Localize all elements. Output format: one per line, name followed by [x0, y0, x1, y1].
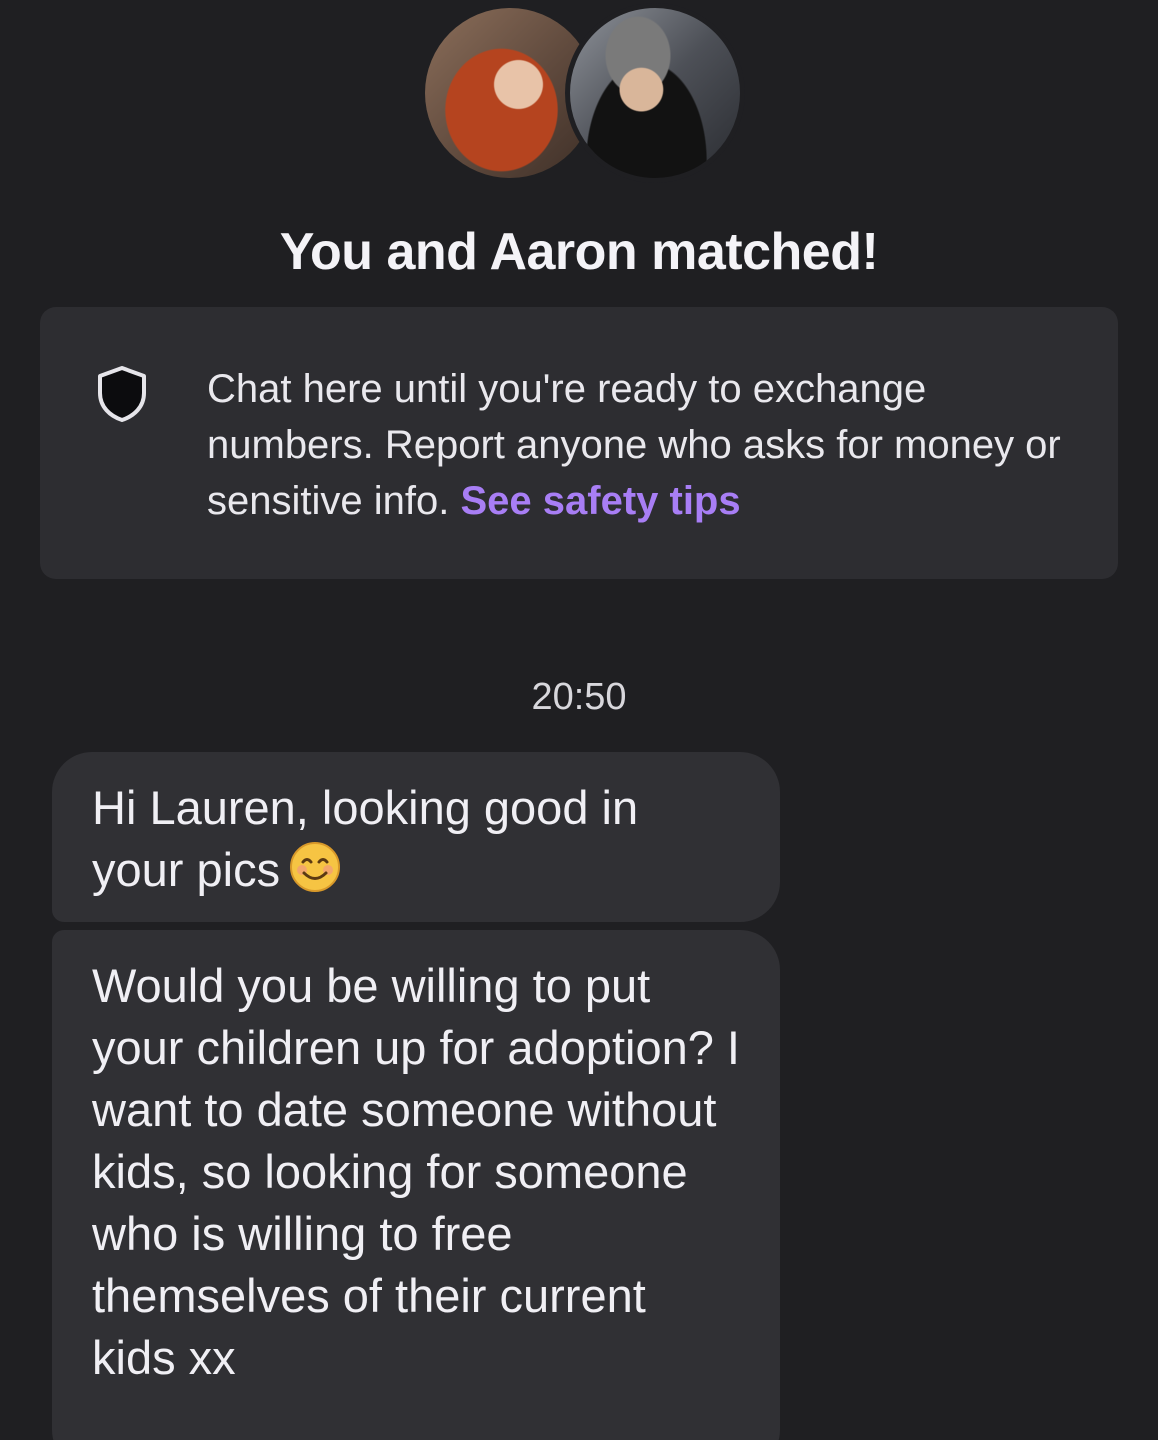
safety-notice-text: Chat here until you're ready to exchange… — [207, 361, 1087, 529]
match-avatars — [425, 3, 745, 183]
message-text: Hi Lauren, looking good in your pics — [92, 781, 639, 896]
safety-notice-card: Chat here until you're ready to exchange… — [40, 307, 1118, 579]
shield-icon — [98, 366, 146, 422]
smiling-face-emoji-icon — [290, 842, 341, 892]
message-timestamp: 20:50 — [531, 676, 627, 718]
match-title: You and Aaron matched! — [279, 223, 879, 281]
message-text: Would you be willing to put your childre… — [92, 959, 740, 1384]
message-bubble[interactable]: Would you be willing to put your childre… — [52, 930, 780, 1440]
match-avatar[interactable] — [565, 3, 745, 183]
safety-tips-link[interactable]: See safety tips — [460, 479, 740, 523]
message-bubble[interactable]: Hi Lauren, looking good in your pics — [52, 752, 780, 922]
